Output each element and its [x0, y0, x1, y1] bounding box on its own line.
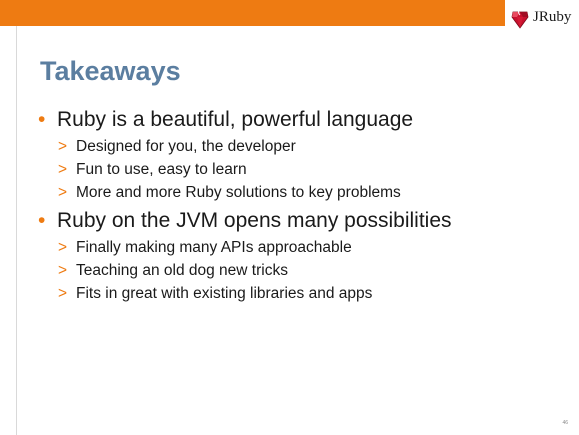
sub-text: Finally making many APIs approachable: [76, 239, 352, 256]
sub-list-container: > Designed for you, the developer > Fun …: [37, 135, 557, 204]
bullet-text: Ruby on the JVM opens many possibilities: [57, 209, 452, 232]
bullet-item: • Ruby is a beautiful, powerful language: [37, 107, 557, 133]
chevron-right-icon: >: [58, 138, 68, 155]
sub-item: > Fun to use, easy to learn: [37, 158, 557, 181]
sub-text: More and more Ruby solutions to key prob…: [76, 184, 401, 201]
bullet-list: • Ruby is a beautiful, powerful language…: [37, 107, 557, 309]
sub-item: > Fits in great with existing libraries …: [37, 282, 557, 305]
left-divider: [16, 26, 17, 435]
sub-list: > Finally making many APIs approachable …: [37, 236, 557, 305]
bullet-dot-icon: •: [38, 108, 46, 131]
chevron-right-icon: >: [58, 161, 68, 178]
sub-item: > Teaching an old dog new tricks: [37, 259, 557, 282]
sub-text: Fits in great with existing libraries an…: [76, 285, 373, 302]
sub-item: > Finally making many APIs approachable: [37, 236, 557, 259]
chevron-right-icon: >: [58, 262, 68, 279]
chevron-right-icon: >: [58, 285, 68, 302]
slide: JRuby Takeaways • Ruby is a beautiful, p…: [0, 0, 579, 435]
page-number: 46: [562, 420, 568, 426]
logo-text: JRuby: [533, 9, 572, 25]
sub-list-container: > Finally making many APIs approachable …: [37, 236, 557, 305]
sub-text: Teaching an old dog new tricks: [76, 262, 288, 279]
chevron-right-icon: >: [58, 184, 68, 201]
bullet-dot-icon: •: [38, 209, 46, 232]
chevron-right-icon: >: [58, 239, 68, 256]
sub-text: Fun to use, easy to learn: [76, 161, 247, 178]
jruby-logo: JRuby: [507, 3, 579, 29]
sub-list: > Designed for you, the developer > Fun …: [37, 135, 557, 204]
sub-item: > More and more Ruby solutions to key pr…: [37, 181, 557, 204]
bullet-item: • Ruby on the JVM opens many possibiliti…: [37, 208, 557, 234]
slide-title: Takeaways: [40, 56, 181, 86]
sub-text: Designed for you, the developer: [76, 138, 296, 155]
header-bar: [0, 0, 505, 26]
sub-item: > Designed for you, the developer: [37, 135, 557, 158]
ruby-gem-icon: [511, 9, 529, 29]
bullet-text: Ruby is a beautiful, powerful language: [57, 108, 414, 131]
